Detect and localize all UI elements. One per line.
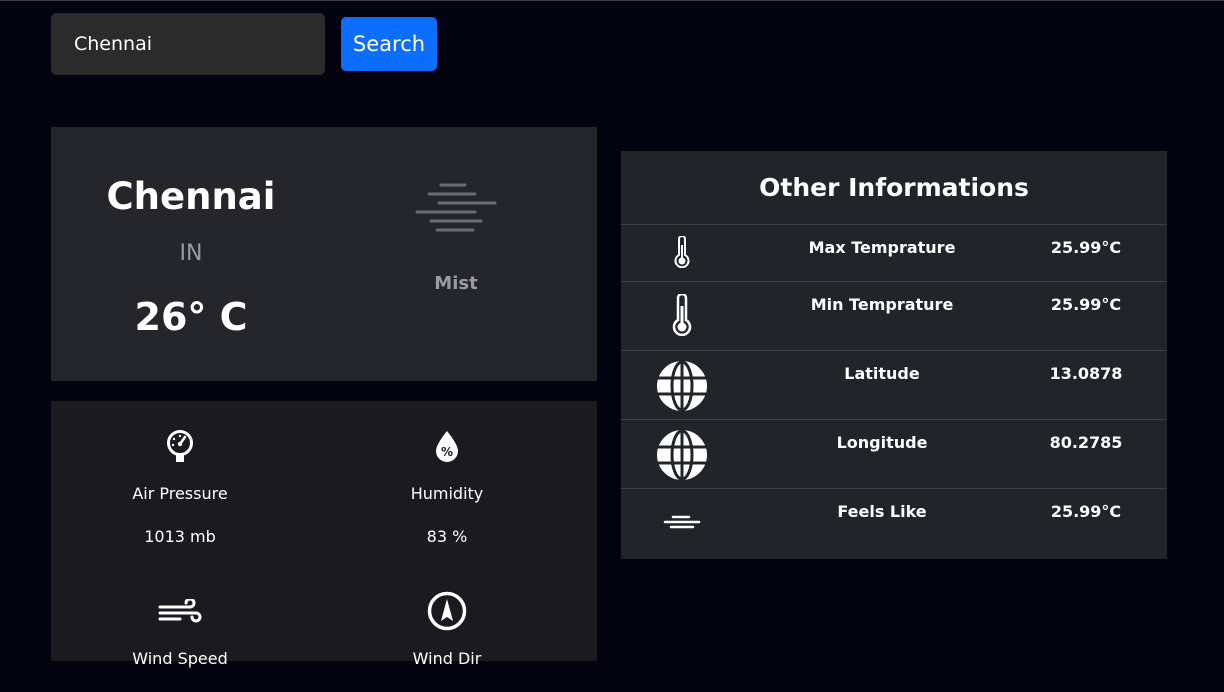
info-row-longitude: Longitude 80.2785: [621, 420, 1167, 489]
top-border: [0, 0, 1224, 1]
country-code: IN: [179, 241, 203, 266]
mist-icon: [415, 183, 497, 232]
detail-value: 1013 mb: [144, 527, 216, 546]
current-weather-card: Chennai IN 26° C Mist: [51, 127, 597, 381]
other-info-title: Other Informations: [621, 151, 1167, 225]
thermometer-icon: [674, 236, 690, 268]
detail-value: 83 %: [426, 527, 468, 546]
info-row-feels-like: Feels Like 25.99°C: [621, 489, 1167, 558]
city-name: Chennai: [106, 175, 276, 218]
info-label: Min Temprature: [810, 295, 954, 314]
info-value: 25.99°C: [1050, 295, 1122, 314]
info-label: Latitude: [844, 364, 920, 383]
detail-air-pressure: Air Pressure 1013 mb: [70, 428, 290, 546]
svg-text:%: %: [441, 445, 453, 459]
detail-label: Wind Speed: [132, 649, 228, 668]
wind-icon: [158, 599, 202, 623]
thermometer-icon: [672, 294, 692, 336]
compass-icon: [427, 591, 467, 631]
info-value: 25.99°C: [1050, 238, 1122, 257]
gauge-icon: [167, 430, 193, 462]
weather-condition: Mist: [434, 273, 478, 294]
humidity-icon: %: [436, 431, 458, 462]
info-label: Feels Like: [837, 502, 927, 521]
detail-label: Air Pressure: [132, 484, 228, 503]
weather-details-card: Air Pressure 1013 mb % Humidity 83 % Win…: [51, 401, 597, 668]
info-value: 25.99°C: [1050, 502, 1122, 521]
detail-label: Wind Dir: [412, 649, 482, 668]
info-label: Longitude: [836, 433, 928, 452]
info-row-max-temp: Max Temprature 25.99°C: [621, 225, 1167, 282]
info-value: 80.2785: [1049, 433, 1123, 452]
globe-icon: [657, 360, 707, 412]
detail-label: Humidity: [410, 484, 484, 503]
search-input-value: Chennai: [74, 33, 153, 55]
detail-wind-direction: Wind Dir: [337, 591, 557, 692]
info-row-latitude: Latitude 13.0878: [621, 351, 1167, 420]
globe-icon: [657, 429, 707, 481]
info-row-min-temp: Min Temprature 25.99°C: [621, 282, 1167, 351]
other-info-card: Other Informations Max Temprature 25.99°…: [621, 151, 1167, 559]
detail-humidity: % Humidity 83 %: [337, 428, 557, 546]
search-button[interactable]: Search: [341, 17, 437, 71]
info-value: 13.0878: [1049, 364, 1123, 383]
mist-icon: [663, 515, 701, 529]
detail-wind-speed: Wind Speed: [70, 593, 290, 692]
search-input[interactable]: Chennai: [51, 13, 325, 75]
current-temperature: 26° C: [134, 295, 248, 339]
info-label: Max Temprature: [808, 238, 956, 257]
